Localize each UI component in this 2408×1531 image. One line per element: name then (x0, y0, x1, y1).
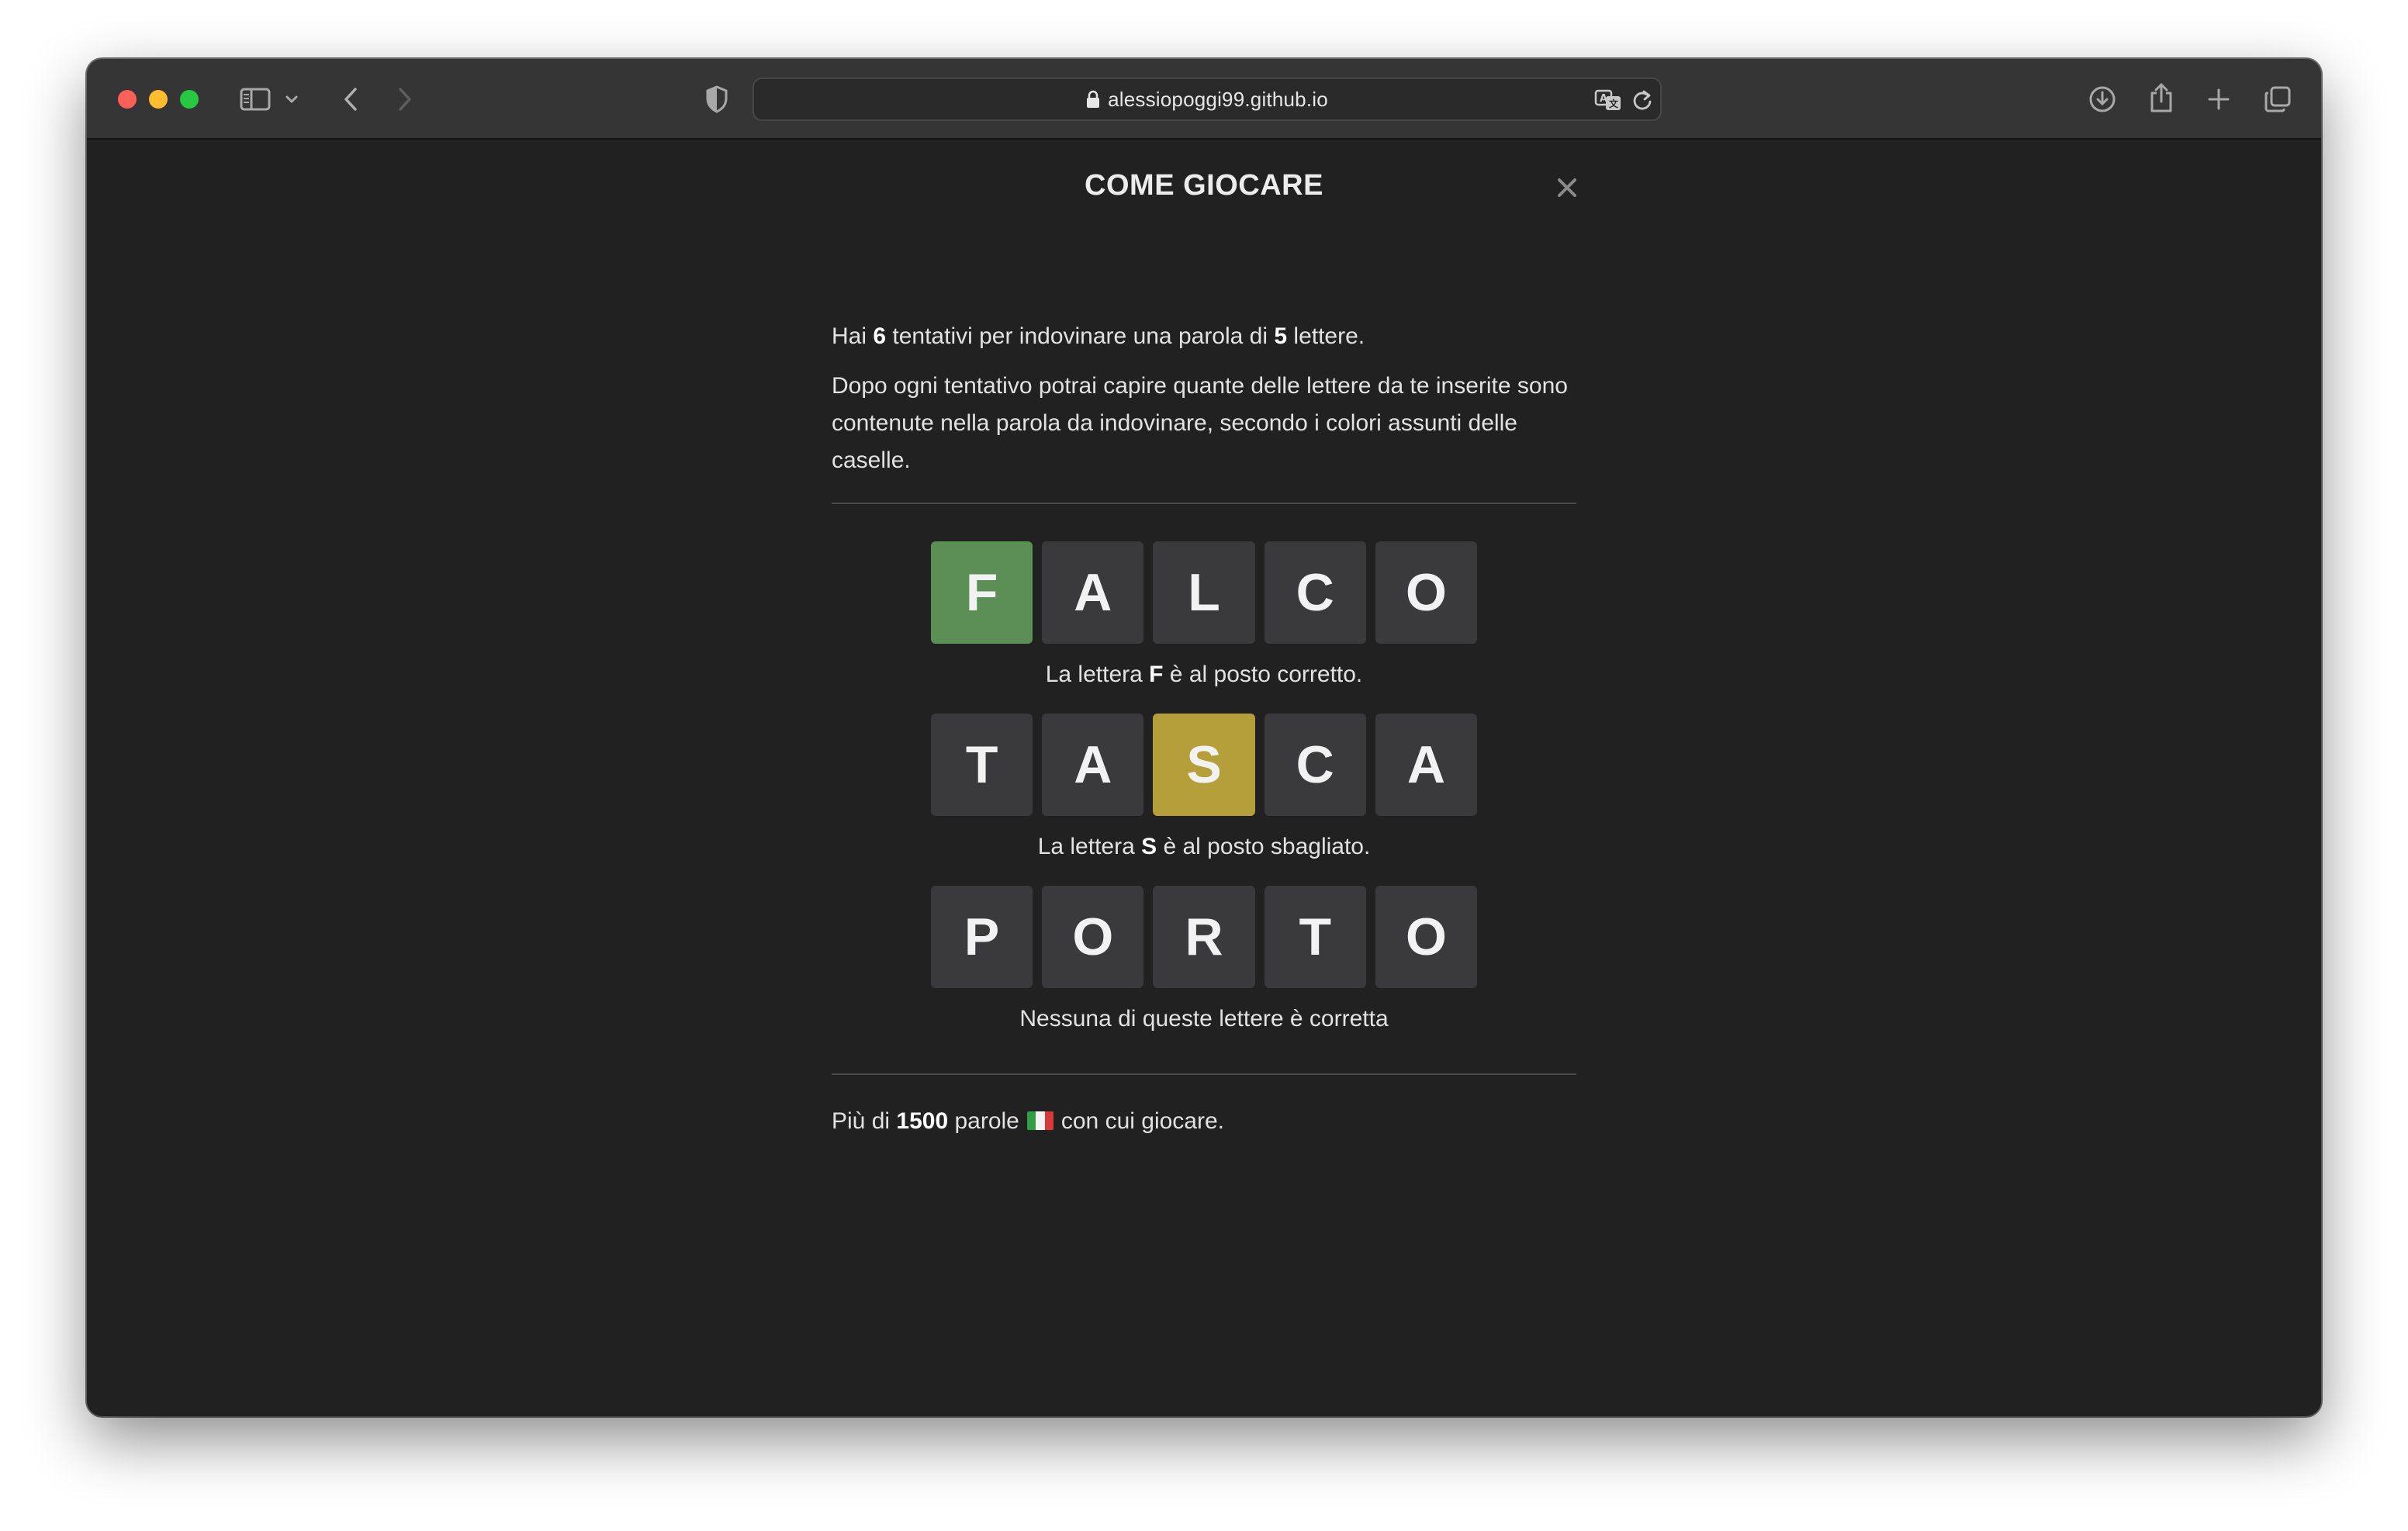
letter-tile: O (1375, 541, 1478, 644)
lock-icon (1086, 90, 1100, 109)
example-row-porto: P O R T O (931, 886, 1478, 988)
back-arrow-icon[interactable] (335, 84, 366, 115)
divider (832, 1073, 1576, 1075)
close-modal-button[interactable] (1550, 171, 1584, 205)
share-icon[interactable] (2146, 81, 2177, 115)
close-window-button[interactable] (118, 90, 137, 109)
translate-icon[interactable]: A文 (1593, 85, 1623, 115)
letter-tile: F (931, 541, 1033, 644)
letter-tile: A (1042, 714, 1144, 816)
browser-window: alessiopoggi99.github.io A文 COME GIOCARE (87, 59, 2321, 1416)
letter-tile: S (1153, 714, 1255, 816)
letter-tile: O (1042, 886, 1144, 988)
letter-tile: C (1264, 714, 1366, 816)
forward-arrow-icon[interactable] (389, 84, 420, 115)
example-row-falco: F A L C O (931, 541, 1478, 644)
letter-tile: O (1375, 886, 1478, 988)
word-count: 1500 (896, 1108, 949, 1134)
privacy-shield-icon[interactable] (701, 84, 732, 115)
browser-toolbar: alessiopoggi99.github.io A文 (87, 59, 2321, 140)
zoom-window-button[interactable] (180, 90, 199, 109)
letter-tile: T (1264, 886, 1366, 988)
modal-title: COME GIOCARE (1085, 169, 1323, 202)
minimize-window-button[interactable] (149, 90, 168, 109)
attempts-count: 6 (873, 323, 887, 349)
example-caption-present: La lettera S è al posto sbagliato. (1037, 834, 1371, 859)
letter-tile: R (1153, 886, 1255, 988)
chevron-down-icon[interactable] (282, 90, 301, 109)
new-tab-plus-icon[interactable] (2203, 84, 2234, 115)
example-caption-correct: La lettera F è al posto corretto. (1045, 662, 1363, 687)
letter-tile: A (1042, 541, 1144, 644)
address-bar[interactable]: alessiopoggi99.github.io A文 (752, 78, 1662, 121)
italy-flag-icon (1026, 1111, 1054, 1130)
letter-tile: C (1264, 541, 1366, 644)
tab-overview-icon[interactable] (2262, 84, 2293, 115)
word-length: 5 (1274, 323, 1288, 349)
svg-text:文: 文 (1609, 98, 1619, 109)
downloads-icon[interactable] (2087, 84, 2118, 115)
how-to-play-modal: COME GIOCARE Hai 6 tentativi per indovin… (832, 140, 1576, 1416)
page-content: COME GIOCARE Hai 6 tentativi per indovin… (87, 140, 2321, 1416)
reload-icon[interactable] (1629, 87, 1656, 113)
close-icon (1558, 178, 1576, 197)
description-text: Dopo ogni tentativo potrai capire quante… (832, 373, 1568, 473)
intro-text: Hai 6 tentativi per indovinare una parol… (832, 323, 1365, 349)
divider (832, 503, 1576, 504)
letter-tile: A (1375, 714, 1478, 816)
letter-tile: P (931, 886, 1033, 988)
example-caption-absent: Nessuna di queste lettere è corretta (1019, 1006, 1389, 1032)
sidebar-toggle-icon[interactable] (239, 85, 272, 113)
url-text: alessiopoggi99.github.io (1108, 87, 1328, 111)
example-row-tasca: T A S C A (931, 714, 1478, 816)
footer-text: Più di 1500 parole con cui giocare. (832, 1108, 1224, 1134)
letter-tile: T (931, 714, 1033, 816)
letter-tile: L (1153, 541, 1255, 644)
